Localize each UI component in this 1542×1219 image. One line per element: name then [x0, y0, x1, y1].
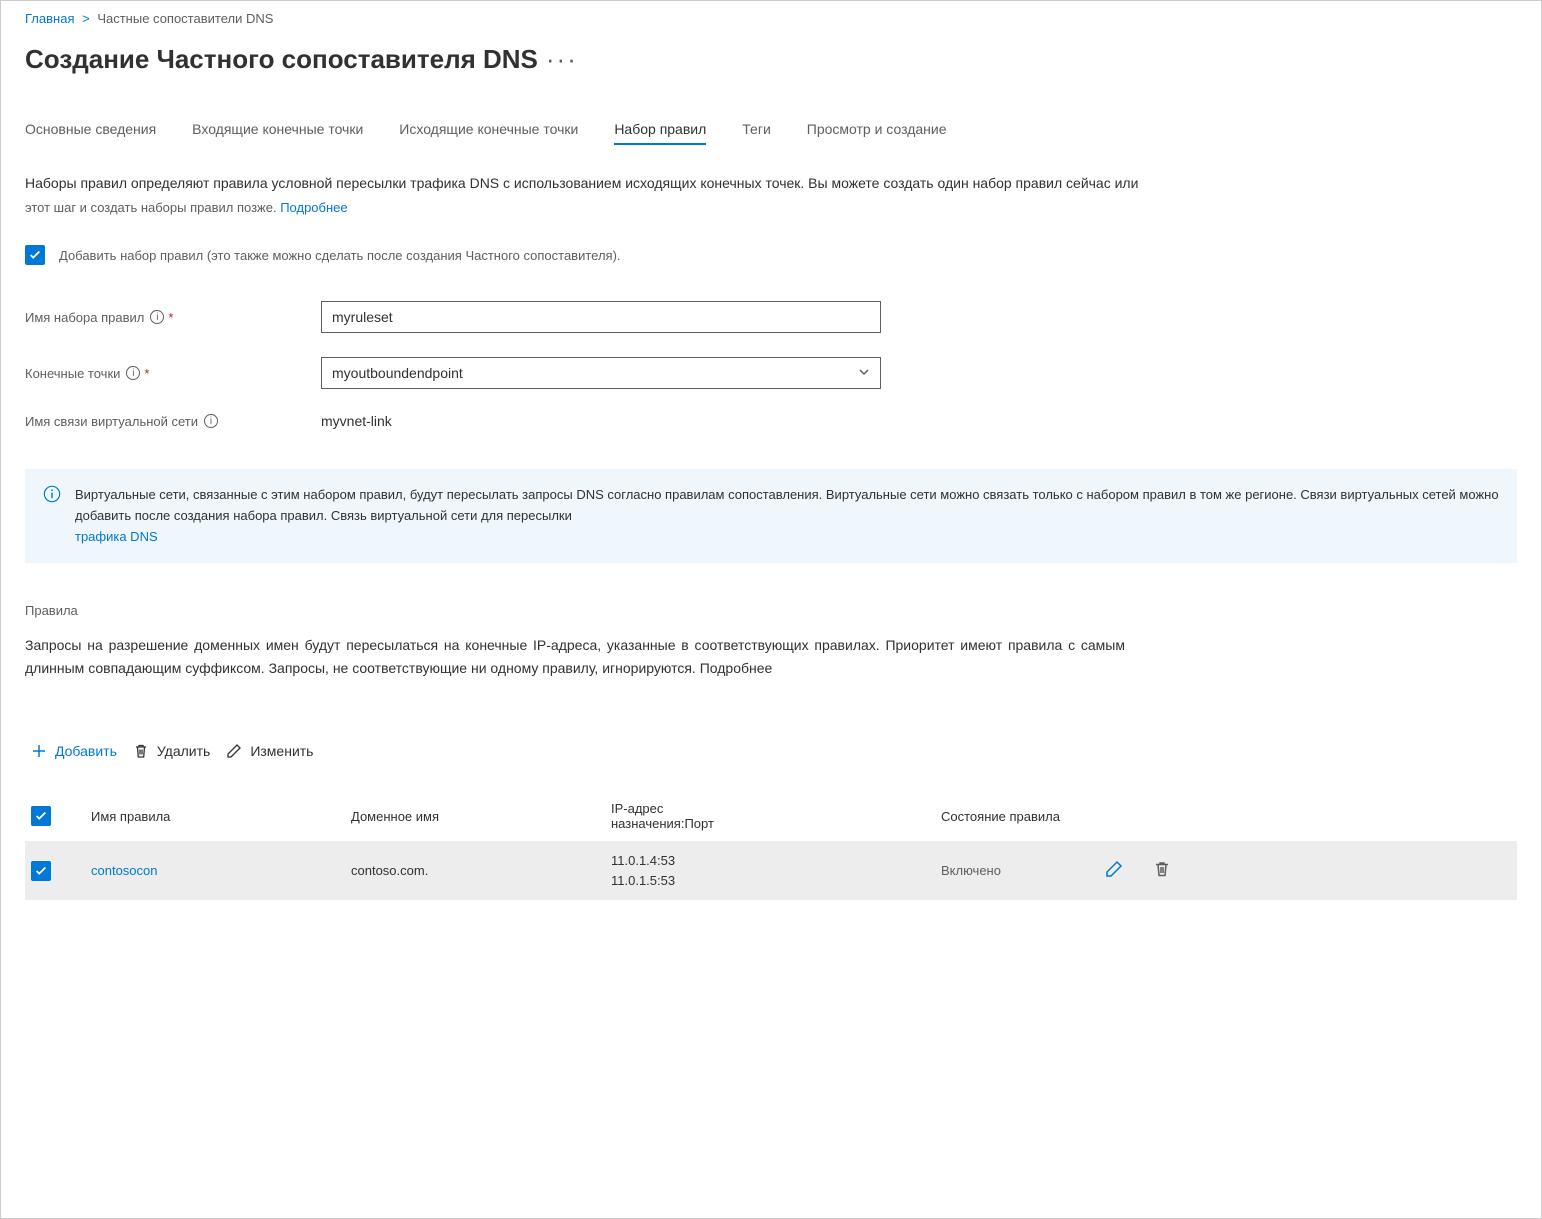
rule-ip: 11.0.1.4:53 11.0.1.5:53	[611, 851, 741, 890]
info-icon[interactable]: i	[150, 310, 164, 324]
rule-name-link[interactable]: contosocon	[91, 863, 351, 878]
add-rule-button[interactable]: Добавить	[25, 739, 123, 763]
endpoints-select[interactable]: myoutboundendpoint	[321, 357, 881, 389]
breadcrumb: Главная > Частные сопоставители DNS	[25, 11, 1517, 26]
trash-icon	[1153, 860, 1171, 878]
breadcrumb-home[interactable]: Главная	[25, 11, 74, 26]
tab-inbound[interactable]: Входящие конечные точки	[192, 115, 363, 143]
rules-toolbar: Добавить Удалить Изменить	[25, 739, 1517, 763]
col-domain: Доменное имя	[351, 809, 611, 824]
edit-row-button[interactable]	[1105, 860, 1123, 881]
info-banner-link[interactable]: трафика DNS	[75, 529, 158, 544]
info-icon[interactable]: i	[204, 414, 218, 428]
plus-icon	[31, 743, 47, 759]
add-ruleset-checkbox[interactable]	[25, 245, 45, 265]
add-ruleset-label: Добавить набор правил (это также можно с…	[59, 248, 621, 263]
edit-rule-button[interactable]: Изменить	[220, 739, 319, 763]
delete-rule-button[interactable]: Удалить	[127, 739, 216, 763]
table-header: Имя правила Доменное имя IP-адрес назнач…	[25, 791, 1517, 841]
breadcrumb-separator: >	[82, 11, 90, 26]
rule-state: Включено	[941, 863, 1061, 878]
ruleset-name-input[interactable]	[321, 301, 881, 333]
more-icon[interactable]: ···	[546, 44, 578, 74]
tab-basics[interactable]: Основные сведения	[25, 115, 156, 143]
ruleset-name-label: Имя набора правил i *	[25, 310, 321, 325]
ruleset-sub-description: этот шаг и создать наборы правил позже. …	[25, 200, 1517, 215]
rules-section-label: Правила	[25, 603, 1517, 618]
info-icon[interactable]: i	[126, 366, 140, 380]
rule-domain: contoso.com.	[351, 863, 611, 878]
vnet-link-value: myvnet-link	[321, 413, 392, 429]
col-state: Состояние правила	[941, 809, 1061, 824]
info-icon	[43, 485, 61, 503]
page-title: Создание Частного сопоставителя DNS···	[25, 44, 1517, 75]
endpoints-selected-value: myoutboundendpoint	[332, 365, 463, 381]
col-ip: IP-адрес назначения:Порт	[611, 801, 741, 831]
required-star: *	[168, 310, 173, 325]
learn-more-link[interactable]: Подробнее	[280, 200, 347, 215]
breadcrumb-current: Частные сопоставители DNS	[97, 11, 273, 26]
trash-icon	[133, 743, 149, 759]
chevron-down-icon	[858, 365, 870, 381]
vnet-link-label: Имя связи виртуальной сети i	[25, 414, 321, 429]
edit-icon	[226, 743, 242, 759]
select-all-checkbox[interactable]	[31, 806, 51, 826]
tab-outbound[interactable]: Исходящие конечные точки	[399, 115, 578, 143]
row-checkbox[interactable]	[31, 861, 51, 881]
tabs: Основные сведения Входящие конечные точк…	[25, 115, 1517, 143]
check-icon	[28, 248, 42, 262]
rules-description: Запросы на разрешение доменных имен буду…	[25, 634, 1125, 679]
info-banner: Виртуальные сети, связанные с этим набор…	[25, 469, 1517, 563]
check-icon	[34, 809, 48, 823]
tab-review[interactable]: Просмотр и создание	[807, 115, 947, 143]
table-row: contosocon contoso.com. 11.0.1.4:53 11.0…	[25, 841, 1517, 900]
required-star: *	[144, 366, 149, 381]
tab-tags[interactable]: Теги	[742, 115, 770, 143]
tab-ruleset[interactable]: Набор правил	[614, 115, 706, 143]
info-banner-text: Виртуальные сети, связанные с этим набор…	[75, 487, 1499, 523]
add-ruleset-row: Добавить набор правил (это также можно с…	[25, 245, 1517, 265]
col-rule-name: Имя правила	[91, 809, 351, 824]
check-icon	[34, 864, 48, 878]
ruleset-description: Наборы правил определяют правила условно…	[25, 173, 1517, 194]
delete-row-button[interactable]	[1153, 860, 1171, 881]
pencil-icon	[1105, 860, 1123, 878]
rules-table: Имя правила Доменное имя IP-адрес назнач…	[25, 791, 1517, 900]
endpoints-label: Конечные точки i *	[25, 366, 321, 381]
